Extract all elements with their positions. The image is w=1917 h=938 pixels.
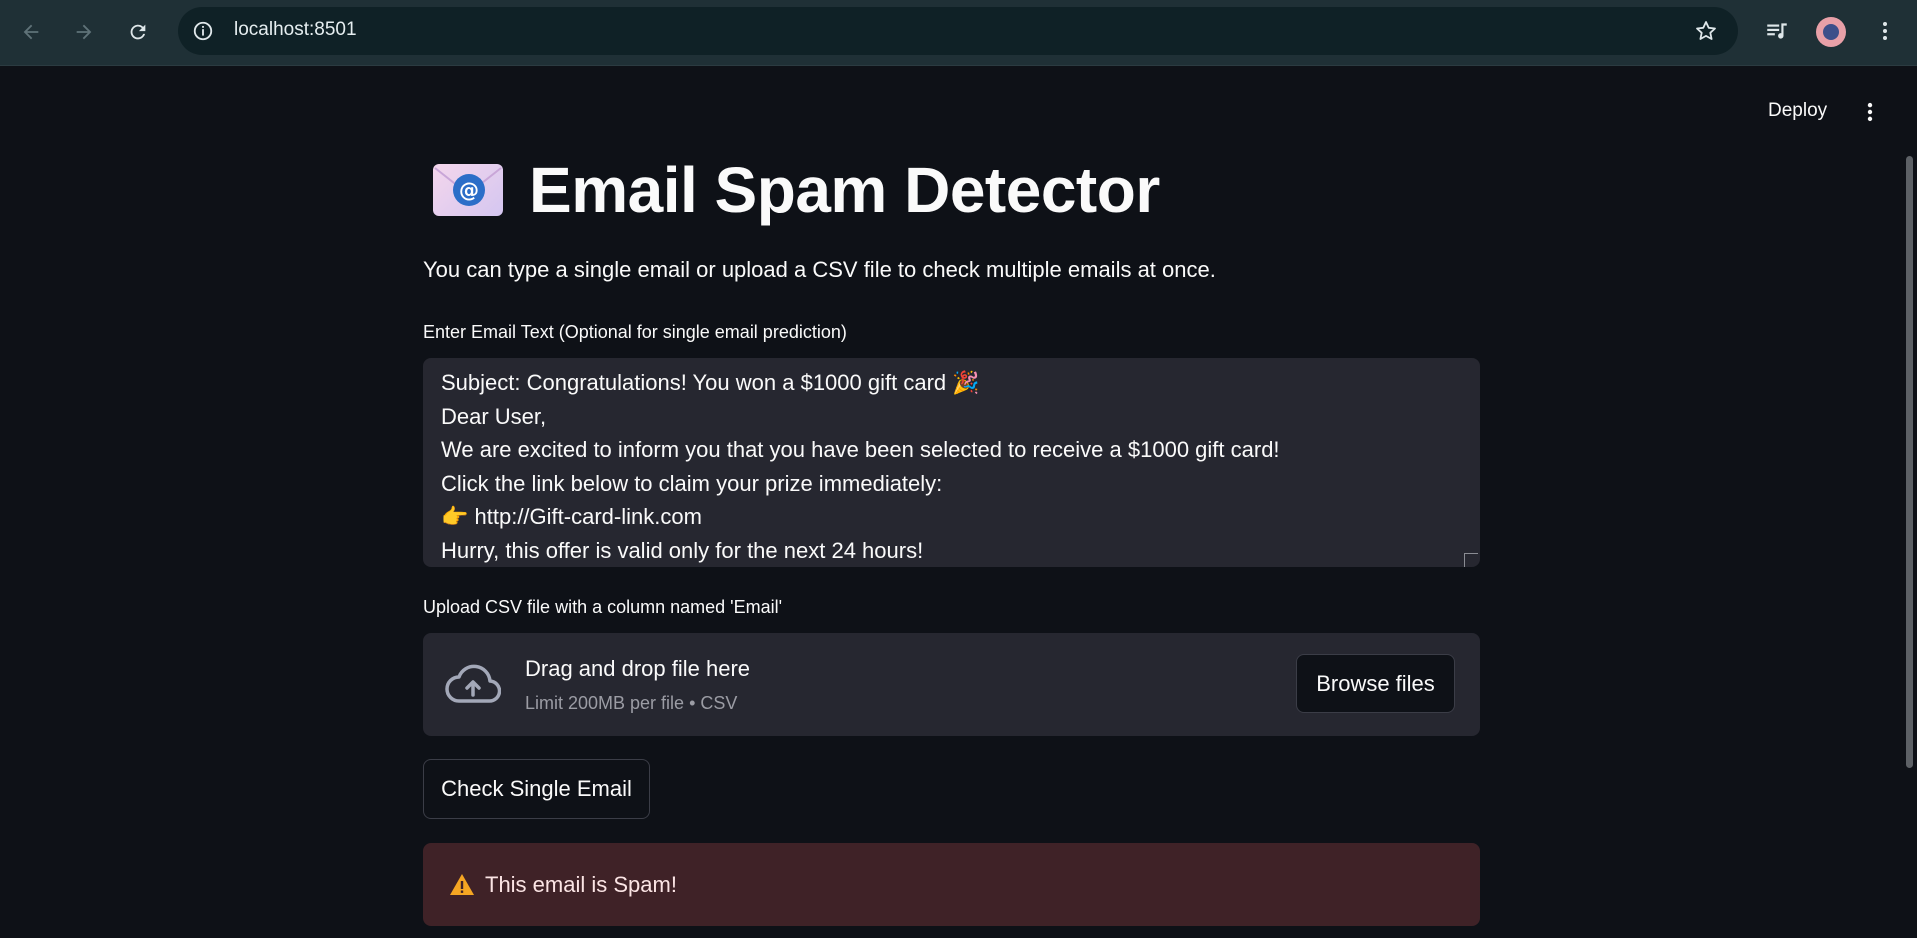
email-line: 👉 http://Gift-card-link.com bbox=[441, 504, 702, 529]
vertical-dots-icon bbox=[1883, 22, 1887, 40]
email-line: Hurry, this offer is valid only for the … bbox=[441, 537, 924, 563]
email-line: Dear User, bbox=[441, 403, 547, 429]
email-line: Subject: Congratulations! You won a $100… bbox=[441, 370, 980, 395]
back-button[interactable] bbox=[13, 14, 49, 50]
site-info-icon[interactable] bbox=[192, 20, 214, 42]
result-text: This email is Spam! bbox=[485, 871, 677, 897]
profile-avatar[interactable] bbox=[1816, 17, 1846, 47]
cloud-upload-icon bbox=[445, 664, 501, 703]
file-limit-text: Limit 200MB per file • CSV bbox=[525, 693, 738, 713]
email-line: We are excited to inform you that you ha… bbox=[441, 437, 1280, 462]
forward-button[interactable] bbox=[66, 14, 102, 50]
vertical-dots-icon bbox=[1867, 102, 1873, 122]
arrow-right-icon bbox=[76, 24, 92, 40]
browser-menu-button[interactable] bbox=[1870, 16, 1900, 46]
resize-handle[interactable] bbox=[1464, 553, 1478, 567]
bookmark-star-icon[interactable] bbox=[1694, 19, 1718, 43]
playlist-music-icon bbox=[1767, 23, 1787, 39]
app-menu-button[interactable] bbox=[1856, 98, 1884, 126]
arrow-left-icon bbox=[23, 24, 39, 40]
email-line: Click the link below to claim your prize… bbox=[441, 470, 943, 496]
spam-result-alert: This email is Spam! bbox=[423, 843, 1480, 926]
page-header: @ Email Spam Detector bbox=[423, 150, 1160, 230]
deploy-button[interactable]: Deploy bbox=[1756, 96, 1839, 126]
file-dropzone[interactable]: Drag and drop file here Limit 200MB per … bbox=[423, 633, 1480, 736]
browse-files-button[interactable]: Browse files bbox=[1296, 654, 1455, 713]
address-bar[interactable]: localhost:8501 bbox=[178, 7, 1738, 55]
uploader-label: Upload CSV file with a column named 'Ema… bbox=[423, 597, 783, 617]
page-title: Email Spam Detector bbox=[529, 154, 1160, 226]
envelope-with-at-icon: @ bbox=[433, 164, 503, 216]
media-controls-button[interactable] bbox=[1762, 16, 1792, 46]
warning-icon bbox=[450, 873, 474, 895]
email-input-label: Enter Email Text (Optional for single em… bbox=[423, 322, 847, 342]
reload-button[interactable] bbox=[120, 14, 156, 50]
url-text[interactable]: localhost:8501 bbox=[234, 19, 357, 41]
check-single-email-button[interactable]: Check Single Email bbox=[423, 759, 650, 819]
page-scrollbar[interactable] bbox=[1906, 156, 1913, 768]
email-text-area[interactable]: Subject: Congratulations! You won a $100… bbox=[423, 358, 1480, 567]
browser-toolbar: localhost:8501 bbox=[0, 0, 1917, 66]
drag-drop-text: Drag and drop file here bbox=[525, 656, 751, 681]
page-subtitle: You can type a single email or upload a … bbox=[423, 257, 1216, 282]
reload-icon bbox=[130, 24, 146, 40]
